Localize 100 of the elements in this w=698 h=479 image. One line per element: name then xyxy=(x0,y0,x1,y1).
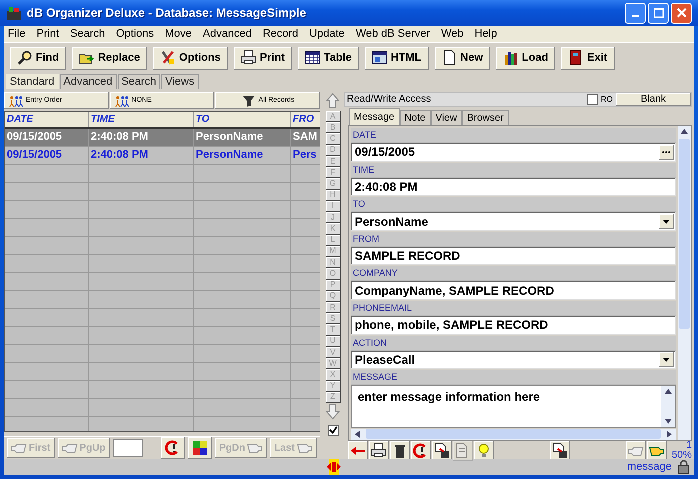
input-field[interactable]: 09/15/2005 xyxy=(351,143,676,162)
toolbar-button[interactable]: Options xyxy=(153,46,228,70)
dropdown-field[interactable]: PersonName xyxy=(351,212,676,231)
record-tab[interactable]: Note xyxy=(400,110,431,125)
window-icon xyxy=(372,50,388,66)
save-icon xyxy=(552,443,568,459)
minimize-icon xyxy=(632,15,639,17)
maximize-button[interactable] xyxy=(648,2,669,24)
table-row[interactable]: 09/15/2005 2:40:08 PM PersonName SAM xyxy=(5,129,320,147)
table-cell: PersonName xyxy=(194,147,291,164)
mode-tab[interactable]: Standard xyxy=(6,74,59,89)
squares-button[interactable] xyxy=(188,437,212,459)
record-tab[interactable]: Browser xyxy=(462,110,509,125)
record-tool-button[interactable] xyxy=(432,441,452,461)
table-cell: SAM xyxy=(291,129,320,146)
menu-item[interactable]: Options xyxy=(116,28,154,40)
printer-icon xyxy=(371,443,387,459)
table-row[interactable]: 09/15/2005 2:40:08 PM PersonName Pers xyxy=(5,147,320,165)
field-label: TO xyxy=(351,197,676,212)
down-arrow-icon xyxy=(325,404,341,420)
toolbar-button[interactable]: Exit xyxy=(561,46,615,70)
menu-item[interactable]: Move xyxy=(165,28,192,40)
window-title: dB Organizer Deluxe - Database: MessageSimple xyxy=(27,6,308,20)
zoom-level: 50% xyxy=(672,451,692,461)
blank-button[interactable]: Blank xyxy=(616,93,691,106)
toolbar-button[interactable]: Find xyxy=(10,46,66,70)
bulb-icon xyxy=(476,443,492,459)
close-icon xyxy=(676,8,686,18)
door-icon xyxy=(568,50,584,66)
field-label: COMPANY xyxy=(351,266,676,282)
save-icon xyxy=(434,443,450,459)
toolbar-button[interactable]: HTML xyxy=(364,46,429,70)
menu-item[interactable]: Record xyxy=(262,28,298,40)
record-tab[interactable]: View xyxy=(430,110,462,125)
field-label: TIME xyxy=(351,162,676,178)
ro-checkbox[interactable] xyxy=(587,94,598,105)
scroll-up-icon[interactable] xyxy=(681,128,688,135)
record-number: 1 xyxy=(686,441,692,451)
menu-item[interactable]: Update xyxy=(309,28,345,40)
input-field[interactable]: phone, mobile, SAMPLE RECORD xyxy=(351,316,676,335)
page-field[interactable] xyxy=(112,439,143,457)
scroll-right-icon[interactable] xyxy=(666,430,673,438)
record-tool-button[interactable] xyxy=(390,441,410,461)
save-button[interactable] xyxy=(550,441,570,461)
column-header[interactable]: TIME xyxy=(89,112,194,127)
page-icon xyxy=(442,50,458,66)
up-arrow-icon xyxy=(325,93,341,109)
squares-icon xyxy=(192,440,208,456)
caret-icon xyxy=(663,358,670,362)
column-header[interactable]: DATE xyxy=(5,112,89,127)
toolbar-button[interactable]: New xyxy=(434,46,490,70)
field-label: DATE xyxy=(351,128,676,143)
minimize-button[interactable] xyxy=(625,2,646,24)
menu-item[interactable]: Advanced xyxy=(203,28,252,40)
horizontal-scrollbar[interactable] xyxy=(351,428,676,440)
previous-button[interactable] xyxy=(626,441,646,461)
menu-item[interactable]: Web xyxy=(441,28,464,40)
vertical-scrollbar[interactable] xyxy=(678,126,691,440)
resize-arrows-icon xyxy=(326,459,342,475)
toolbar-button[interactable]: Table xyxy=(298,46,359,70)
menu-item[interactable]: Print xyxy=(36,28,60,40)
picker-button[interactable] xyxy=(659,144,674,160)
dropdown-button[interactable] xyxy=(659,214,674,230)
record-tab[interactable]: Message xyxy=(349,108,400,125)
message-area[interactable]: enter message information here xyxy=(351,385,676,428)
table-icon xyxy=(305,50,322,66)
dropdown-field[interactable]: PleaseCall xyxy=(351,350,676,370)
field-label: FROM xyxy=(351,232,676,247)
dropdown-button[interactable] xyxy=(659,352,674,368)
toolbar-button[interactable]: Load xyxy=(496,46,556,70)
column-header[interactable]: TO xyxy=(194,112,291,127)
column-header[interactable]: FRO xyxy=(291,112,320,127)
menu-item[interactable]: Search xyxy=(70,28,106,40)
menu-item[interactable]: Help xyxy=(474,28,498,40)
menu-item[interactable]: Web dB Server xyxy=(356,28,430,40)
table-cell: PersonName xyxy=(194,129,291,146)
next-button[interactable] xyxy=(647,441,667,461)
search-icon xyxy=(17,50,33,66)
mode-tab[interactable]: Advanced xyxy=(60,74,117,89)
checkbox[interactable] xyxy=(328,425,338,436)
access-label: Read/Write Access xyxy=(346,94,432,105)
input-field[interactable]: CompanyName, SAMPLE RECORD xyxy=(351,281,676,300)
input-field[interactable]: 2:40:08 PM xyxy=(351,178,676,196)
scroll-left-icon[interactable] xyxy=(354,430,361,438)
toolbar-button[interactable]: Print xyxy=(234,46,292,70)
menu-item[interactable]: File xyxy=(8,28,26,40)
mode-tab[interactable]: Views xyxy=(161,74,199,89)
lock-icon xyxy=(676,459,692,475)
refresh-icon xyxy=(413,443,429,459)
record-tool-button[interactable] xyxy=(411,441,431,461)
record-tool-button[interactable] xyxy=(369,441,389,461)
table-cell: 09/15/2005 xyxy=(5,147,89,164)
table-cell: 09/15/2005 xyxy=(5,129,89,146)
mode-tab[interactable]: Search xyxy=(118,74,160,89)
close-button[interactable] xyxy=(671,2,692,24)
scroll-up-icon[interactable] xyxy=(664,388,672,396)
toolbar-button[interactable]: Replace xyxy=(72,46,148,70)
refresh-button[interactable] xyxy=(161,437,186,459)
scroll-down-icon[interactable] xyxy=(664,418,672,425)
input-field[interactable]: SAMPLE RECORD xyxy=(351,246,676,266)
